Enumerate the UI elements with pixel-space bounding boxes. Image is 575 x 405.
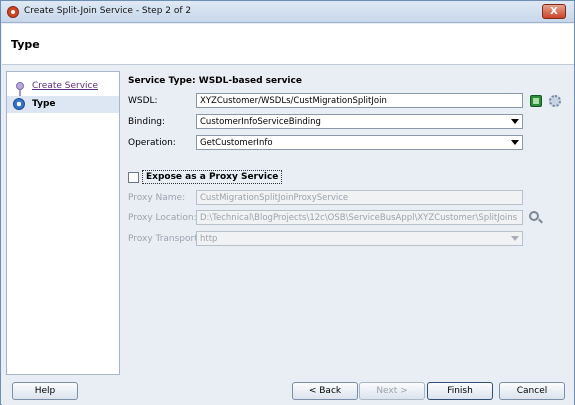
operation-select-value: GetCustomerInfo [200,138,273,148]
content-panel: Service Type: WSDL-based service WSDL: X… [127,71,567,375]
binding-select[interactable]: CustomerInfoServiceBinding [196,114,523,129]
proxy-location-field[interactable]: D:\Technical\BlogProjects\12c\OSB\Servic… [196,210,523,225]
wizard-nav: Create Service Type [6,71,120,375]
page-title: Type [11,38,40,51]
wsdl-field[interactable]: XYZCustomer/WSDLs/CustMigrationSplitJoin [196,93,523,108]
title-bar[interactable]: Create Split-Join Service - Step 2 of 2 … [1,1,574,23]
binding-label: Binding: [128,117,166,127]
expose-proxy-checkbox[interactable] [128,172,139,183]
binding-select-value: CustomerInfoServiceBinding [200,117,321,127]
dialog-window: Create Split-Join Service - Step 2 of 2 … [0,0,575,405]
proxy-transport-select[interactable]: http [196,231,523,246]
gear-icon[interactable] [549,95,561,107]
cancel-button[interactable]: Cancel [499,382,565,400]
help-button[interactable]: Help [12,382,78,400]
page-header: Type [2,24,574,65]
nav-step-create-service[interactable]: Create Service [32,81,98,91]
proxy-transport-value: http [200,234,218,244]
proxy-transport-label: Proxy Transport: [128,234,201,244]
proxy-location-label: Proxy Location: [128,213,197,223]
finish-button[interactable]: Finish [427,382,493,400]
service-type-heading: Service Type: WSDL-based service [128,76,302,86]
chevron-down-icon [511,119,519,124]
nav-step-type-label: Type [32,99,56,109]
operation-label: Operation: [128,138,176,148]
back-button[interactable]: < Back [292,382,358,400]
app-icon [7,6,19,18]
nav-step-type[interactable]: Type [7,96,119,113]
chevron-down-icon [511,236,519,241]
search-icon[interactable] [529,211,539,221]
wsdl-label: WSDL: [128,96,158,106]
proxy-name-label: Proxy Name: [128,193,186,203]
browse-wsdl-icon[interactable] [530,95,542,107]
next-button[interactable]: Next > [359,382,425,400]
window-title: Create Split-Join Service - Step 2 of 2 [24,6,192,16]
step-done-icon [16,82,24,90]
chevron-down-icon [511,140,519,145]
operation-select[interactable]: GetCustomerInfo [196,135,523,150]
button-bar: Help < Back Next > Finish Cancel [2,377,574,405]
proxy-name-field[interactable]: CustMigrationSplitJoinProxyService [196,190,523,205]
step-current-icon [13,98,25,110]
close-button[interactable]: X [542,4,566,19]
expose-proxy-label[interactable]: Expose as a Proxy Service [142,170,283,184]
